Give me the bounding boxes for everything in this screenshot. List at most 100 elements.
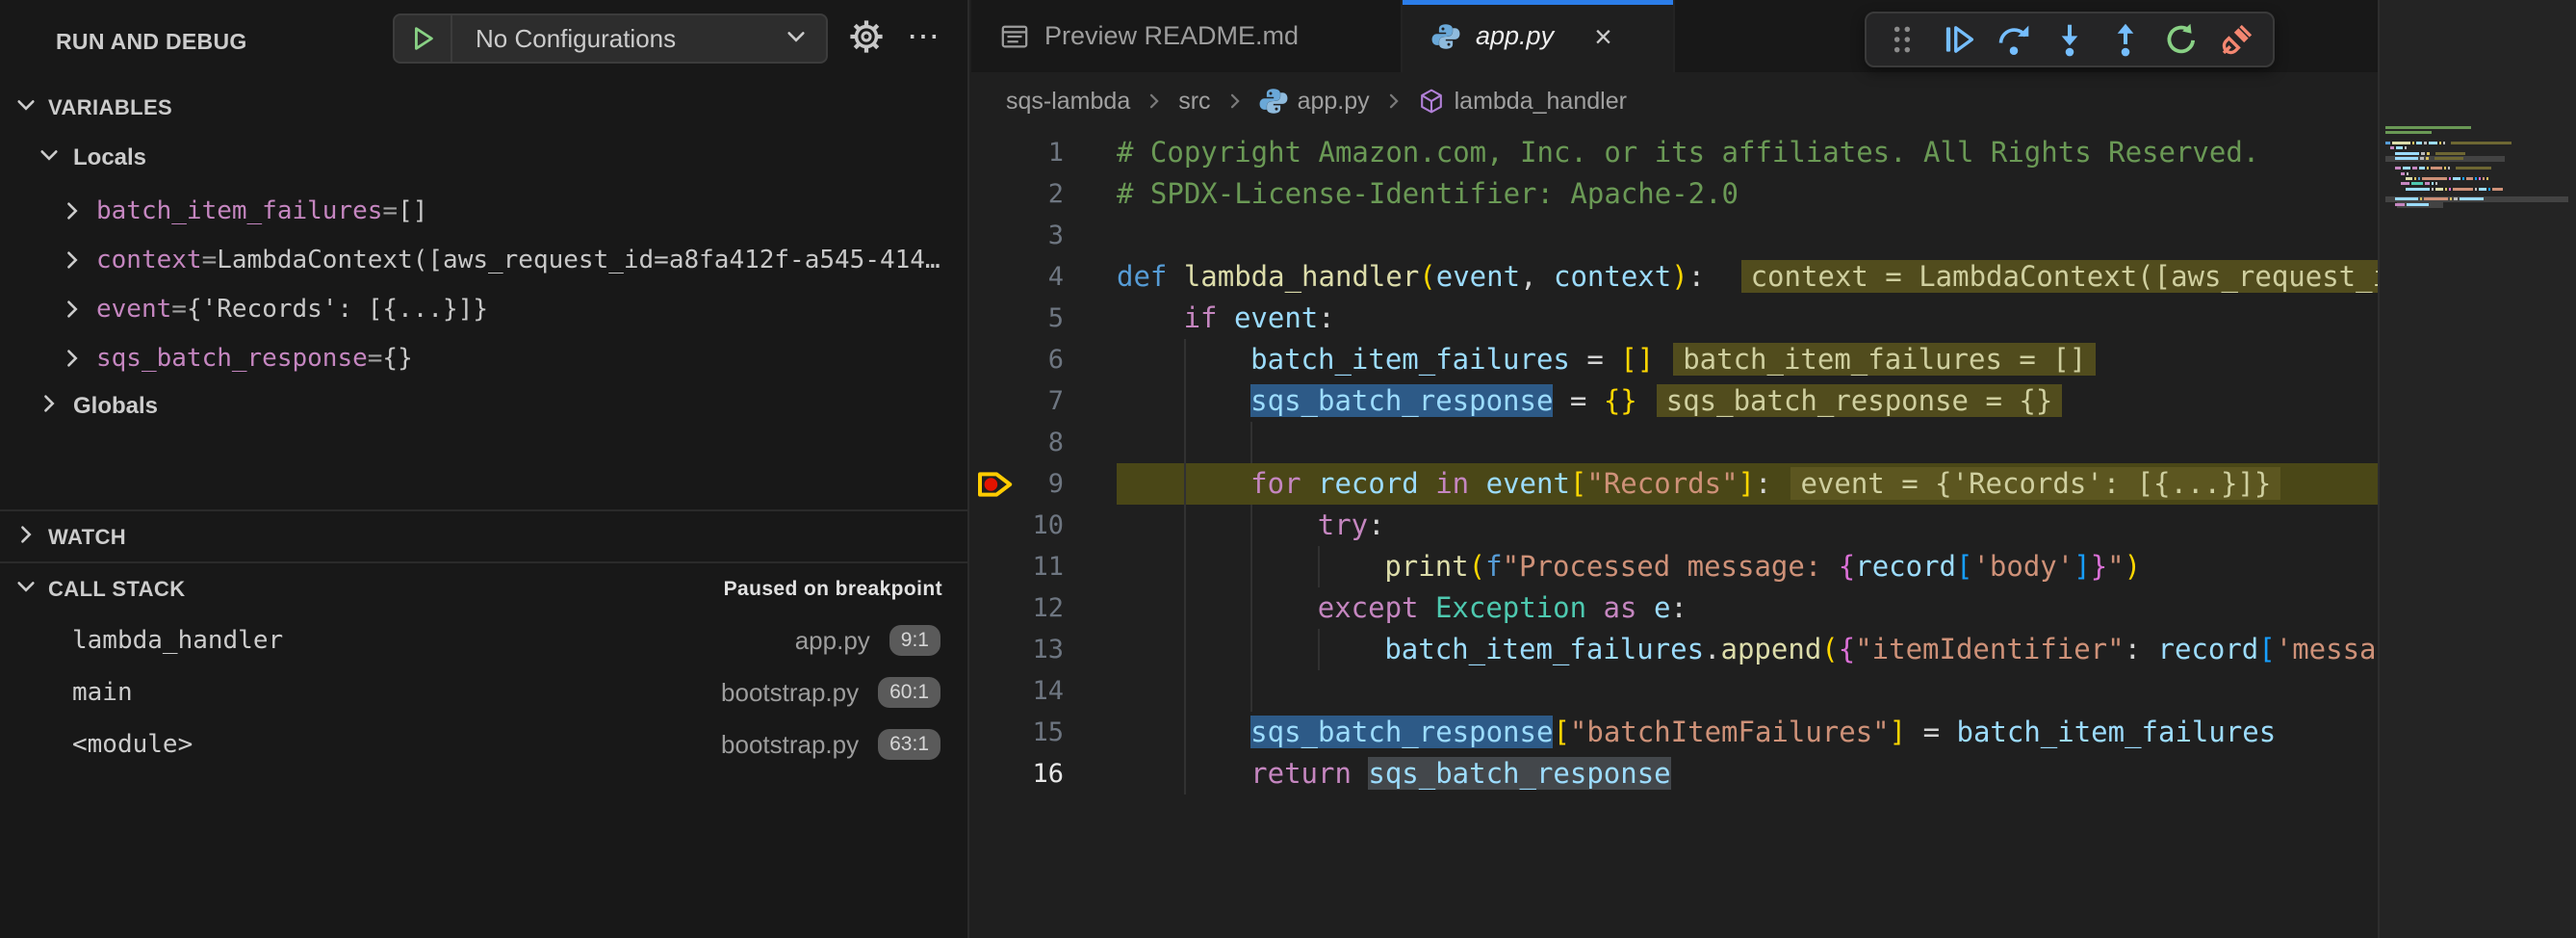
- gutter[interactable]: 12: [971, 587, 1117, 629]
- code-line-content[interactable]: [1117, 670, 2576, 712]
- step-into-button[interactable]: [2048, 18, 2091, 61]
- restart-button[interactable]: [2160, 18, 2202, 61]
- gutter[interactable]: 10: [971, 505, 1117, 546]
- code-line[interactable]: 2# SPDX-License-Identifier: Apache-2.0: [971, 173, 2576, 215]
- gutter[interactable]: 7: [971, 380, 1117, 422]
- variables-section-header[interactable]: VARIABLES: [0, 91, 967, 125]
- code-line-content[interactable]: try:: [1117, 505, 2576, 546]
- code-line-content[interactable]: print(f"Processed message: {record['body…: [1117, 546, 2576, 587]
- minimap-line: [2385, 130, 2576, 135]
- code-line[interactable]: 15sqs_batch_response["batchItemFailures"…: [971, 712, 2576, 753]
- call-stack-frame[interactable]: lambda_handlerapp.py9:1: [0, 614, 967, 666]
- code-line-content[interactable]: batch_item_failures = []batch_item_failu…: [1117, 339, 2576, 380]
- gutter[interactable]: 4: [971, 256, 1117, 298]
- gutter[interactable]: 1: [971, 132, 1117, 173]
- gutter[interactable]: 2: [971, 173, 1117, 215]
- code-line[interactable]: 7sqs_batch_response = {}sqs_batch_respon…: [971, 380, 2576, 422]
- gutter[interactable]: 14: [971, 670, 1117, 712]
- gutter[interactable]: 13: [971, 629, 1117, 670]
- code-line[interactable]: 4def lambda_handler(event, context): con…: [971, 256, 2576, 298]
- tab-close-button[interactable]: ×: [1586, 21, 1620, 52]
- code-line[interactable]: 13batch_item_failures.append({"itemIdent…: [971, 629, 2576, 670]
- code-line-content[interactable]: # SPDX-License-Identifier: Apache-2.0: [1117, 173, 2576, 215]
- code-line[interactable]: 11print(f"Processed message: {record['bo…: [971, 546, 2576, 587]
- sidebar-more-actions-button[interactable]: ⋯: [899, 12, 949, 62]
- locals-group[interactable]: Locals: [0, 137, 146, 179]
- code-token: sqs_batch_response: [1250, 384, 1553, 417]
- code-line[interactable]: 10try:: [971, 505, 2576, 546]
- code-line[interactable]: 3: [971, 215, 2576, 256]
- line-number: 12: [1032, 593, 1064, 623]
- code-line[interactable]: 14: [971, 670, 2576, 712]
- code-token: =: [1570, 343, 1620, 376]
- watch-section-header[interactable]: WATCH: [0, 520, 967, 555]
- minimap-token: [2395, 157, 2418, 160]
- step-out-button[interactable]: [2104, 18, 2147, 61]
- code-line-content[interactable]: sqs_batch_response["batchItemFailures"] …: [1117, 712, 2576, 753]
- call-stack-header-label: CALL STACK: [48, 577, 186, 602]
- start-debug-button[interactable]: [395, 15, 452, 62]
- variable-row[interactable]: event = {'Records': [{...}]}: [0, 284, 967, 333]
- code-line[interactable]: 8: [971, 422, 2576, 463]
- gutter[interactable]: 16: [971, 753, 1117, 795]
- code-token: "Processed message:: [1503, 550, 1839, 583]
- line-number: 3: [1048, 221, 1064, 250]
- variable-row[interactable]: batch_item_failures = []: [0, 186, 967, 235]
- code-line-content[interactable]: batch_item_failures.append({"itemIdentif…: [1117, 629, 2576, 670]
- disconnect-button[interactable]: [2216, 18, 2258, 61]
- gutter[interactable]: 9: [971, 463, 1117, 505]
- minimap-inline-value: [2434, 157, 2463, 160]
- code-line-content[interactable]: sqs_batch_response = {}sqs_batch_respons…: [1117, 380, 2576, 422]
- code-line-content[interactable]: # Copyright Amazon.com, Inc. or its affi…: [1117, 132, 2576, 173]
- equals-sign: =: [202, 246, 218, 274]
- code-line[interactable]: 6batch_item_failures = []batch_item_fail…: [971, 339, 2576, 380]
- chevron-right-icon: [60, 297, 85, 322]
- breadcrumb-item-src[interactable]: src: [1178, 88, 1210, 116]
- call-stack-section-header[interactable]: CALL STACK Paused on breakpoint: [0, 572, 967, 607]
- section-divider: [0, 561, 967, 563]
- minimap-line: [2385, 125, 2576, 130]
- continue-button[interactable]: [1937, 18, 1979, 61]
- step-over-button[interactable]: [1993, 18, 2035, 61]
- gutter[interactable]: 6: [971, 339, 1117, 380]
- code-line[interactable]: 5if event:: [971, 298, 2576, 339]
- minimap-token: [2396, 146, 2403, 149]
- tab-app-py[interactable]: app.py×: [1403, 0, 1675, 72]
- code-line[interactable]: 16return sqs_batch_response: [971, 753, 2576, 795]
- code-line-content[interactable]: [1117, 422, 2576, 463]
- code-token: =: [1906, 716, 1956, 748]
- breadcrumb-item-sqs-lambda[interactable]: sqs-lambda: [1006, 88, 1130, 116]
- call-stack-frame[interactable]: <module>bootstrap.py63:1: [0, 718, 967, 770]
- code-line-content[interactable]: [1117, 215, 2576, 256]
- code-line[interactable]: 1# Copyright Amazon.com, Inc. or its aff…: [971, 132, 2576, 173]
- indent-guide: [1250, 422, 1252, 463]
- tab-preview-readme-md[interactable]: Preview README.md: [971, 0, 1403, 72]
- breadcrumb-item-lambda-handler[interactable]: lambda_handler: [1418, 88, 1627, 116]
- variable-row[interactable]: sqs_batch_response = {}: [0, 333, 967, 382]
- code-line[interactable]: 9for record in event["Records"]:event = …: [971, 463, 2576, 505]
- variable-value: {}: [382, 344, 412, 373]
- code-line[interactable]: 12 except Exception as e:: [971, 587, 2576, 629]
- drag-grip-button[interactable]: [1881, 18, 1923, 61]
- debug-config-dropdown[interactable]: No Configurations: [393, 13, 828, 64]
- minimap[interactable]: [2378, 0, 2576, 938]
- globals-group[interactable]: Globals: [0, 385, 158, 428]
- code-line-content[interactable]: def lambda_handler(event, context): cont…: [1117, 256, 2576, 298]
- gutter[interactable]: 8: [971, 422, 1117, 463]
- call-stack-frame[interactable]: mainbootstrap.py60:1: [0, 666, 967, 718]
- code-line-content[interactable]: for record in event["Records"]:event = {…: [1117, 463, 2576, 505]
- variable-row[interactable]: context = LambdaContext([aws_request_id=…: [0, 235, 967, 284]
- gutter[interactable]: 3: [971, 215, 1117, 256]
- minimap-token: [2453, 188, 2473, 191]
- code-token: if: [1184, 301, 1234, 334]
- code-token: "Records": [1586, 467, 1738, 500]
- breadcrumb-item-app-py[interactable]: app.py: [1259, 87, 1370, 116]
- code-line-content[interactable]: except Exception as e:: [1117, 587, 2576, 629]
- gutter[interactable]: 5: [971, 298, 1117, 339]
- debug-settings-button[interactable]: [843, 12, 889, 62]
- code-line-content[interactable]: return sqs_batch_response: [1117, 753, 2576, 795]
- minimap-token: [2466, 177, 2474, 180]
- gutter[interactable]: 11: [971, 546, 1117, 587]
- code-line-content[interactable]: if event:: [1117, 298, 2576, 339]
- gutter[interactable]: 15: [971, 712, 1117, 753]
